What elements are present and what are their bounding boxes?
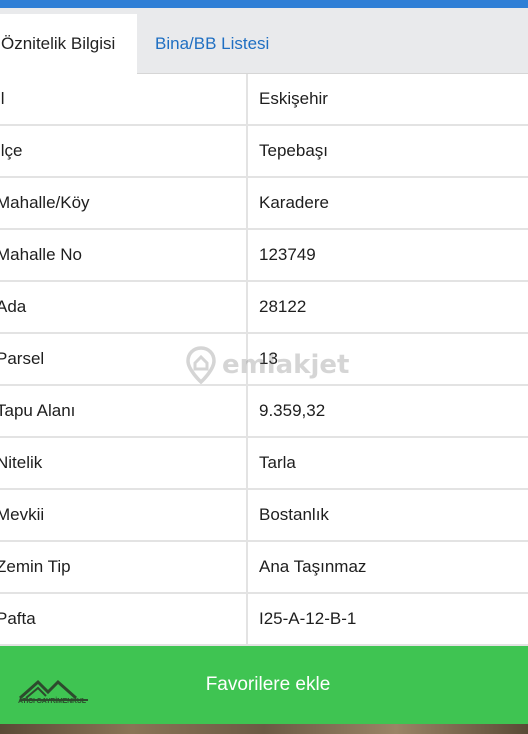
column-divider xyxy=(246,542,248,592)
row-label: İl xyxy=(0,89,5,108)
attribute-table: İl Eskişehir İlçe Tepebaşı Mahalle/Köy K… xyxy=(0,74,528,646)
add-to-favorites-label: Favorilere ekle xyxy=(205,674,331,695)
row-label: Mahalle No xyxy=(0,245,82,264)
background-photo-strip xyxy=(0,724,528,734)
row-value: Karadere xyxy=(259,193,329,212)
row-label: Parsel xyxy=(0,349,45,368)
row-label: Mevkii xyxy=(0,505,45,524)
table-row: Pafta I25-A-12-B-1 xyxy=(0,594,528,646)
brand-logo-icon xyxy=(19,679,88,701)
column-divider xyxy=(246,126,248,176)
table-row: İlçe Tepebaşı xyxy=(0,126,528,178)
table-row: Tapu Alanı 9.359,32 xyxy=(0,386,528,438)
row-value: 9.359,32 xyxy=(259,401,326,420)
column-divider xyxy=(246,230,248,280)
row-value: Tarla xyxy=(259,453,296,472)
row-value: Tepebaşı xyxy=(259,141,328,160)
column-divider xyxy=(246,282,248,332)
tab-bina-bb-listesi[interactable]: Bina/BB Listesi xyxy=(155,14,269,74)
row-value: Bostanlık xyxy=(259,505,329,524)
table-row: Zemin Tip Ana Taşınmaz xyxy=(0,542,528,594)
top-accent-bar xyxy=(0,0,528,8)
row-label: Zemin Tip xyxy=(0,557,71,576)
row-value: Eskişehir xyxy=(259,89,328,108)
column-divider xyxy=(246,438,248,488)
column-divider xyxy=(246,594,248,644)
row-label: Mahalle/Köy xyxy=(0,193,90,212)
table-row: Nitelik Tarla xyxy=(0,438,528,490)
tab-oznitelik-bilgisi[interactable]: Öznitelik Bilgisi xyxy=(0,14,137,74)
row-label: Tapu Alanı xyxy=(0,401,76,420)
row-label: İlçe xyxy=(0,141,23,160)
table-row: Mahalle/Köy Karadere xyxy=(0,178,528,230)
column-divider xyxy=(246,178,248,228)
brand-name: ATICI GAYRİMENKUL xyxy=(18,698,86,705)
row-value: 28122 xyxy=(259,297,307,316)
row-value: 123749 xyxy=(259,245,316,264)
row-label: Ada xyxy=(0,297,27,316)
table-row: Ada 28122 xyxy=(0,282,528,334)
row-value: 13 xyxy=(259,349,278,368)
column-divider xyxy=(246,386,248,436)
table-row: Parsel 13 xyxy=(0,334,528,386)
table-row: Mevkii Bostanlık xyxy=(0,490,528,542)
table-row: Mahalle No 123749 xyxy=(0,230,528,282)
column-divider xyxy=(246,74,248,124)
column-divider xyxy=(246,490,248,540)
table-row: İl Eskişehir xyxy=(0,74,528,126)
column-divider xyxy=(246,334,248,384)
row-value: Ana Taşınmaz xyxy=(259,557,367,576)
tab-strip: Öznitelik Bilgisi Bina/BB Listesi xyxy=(0,8,528,74)
row-label: Nitelik xyxy=(0,453,43,472)
row-value: I25-A-12-B-1 xyxy=(259,609,357,628)
row-label: Pafta xyxy=(0,609,36,628)
